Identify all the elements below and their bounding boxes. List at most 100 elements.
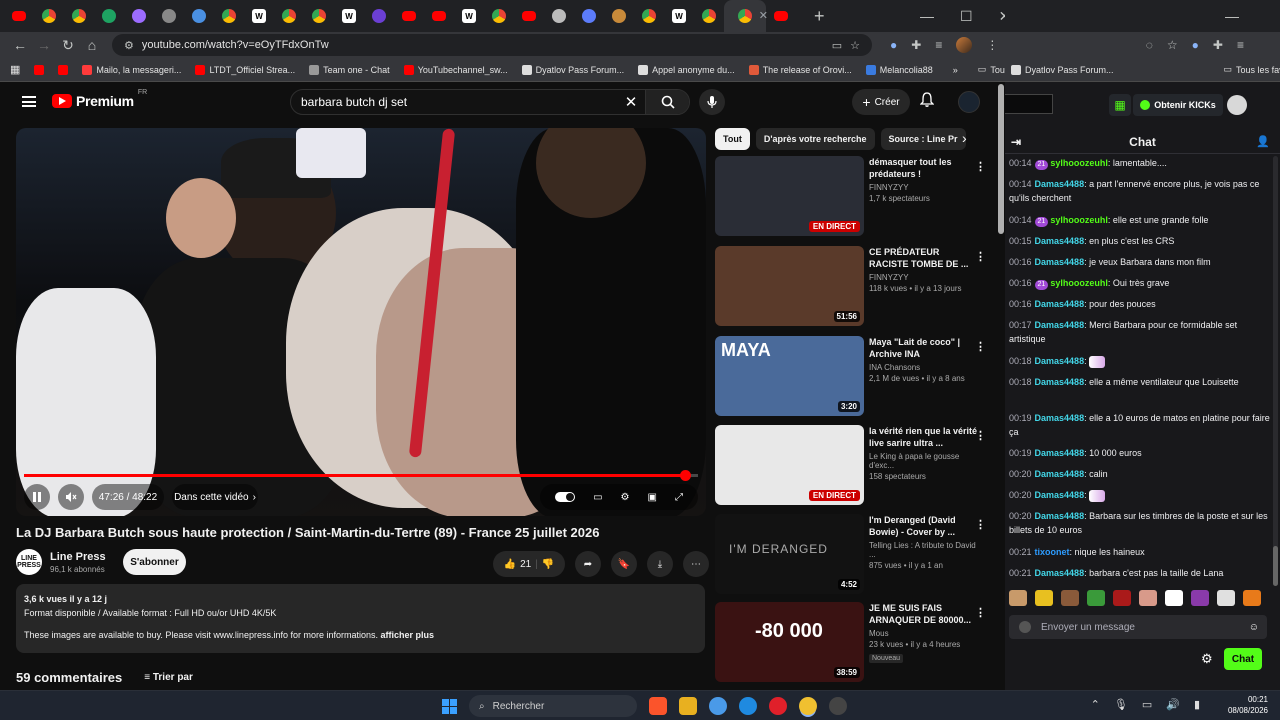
browser-tab[interactable]: W✕ bbox=[334, 0, 364, 32]
browser-tab[interactable]: ✕ bbox=[64, 0, 94, 32]
browser-tab[interactable]: ✕ bbox=[514, 0, 544, 32]
recommended-video[interactable]: EN DIRECT la vérité rien que la vérité li… bbox=[715, 425, 990, 505]
minimize-icon[interactable]: — bbox=[920, 8, 934, 24]
bookmark-item[interactable]: Team one - Chat bbox=[309, 64, 390, 75]
address-bar[interactable]: ⚙ youtube.com/watch?v=eOyTFdxOnTw ▭ ☆ bbox=[112, 34, 872, 56]
video-thumbnail[interactable]: I'M DERANGED 4:52 bbox=[715, 514, 864, 594]
video-menu-icon[interactable]: ⋮ bbox=[975, 518, 986, 531]
media-icon[interactable]: ≡ bbox=[1237, 38, 1244, 52]
emote-icon[interactable] bbox=[1165, 590, 1183, 606]
recommended-channel[interactable]: Le King à papa le gousse d'exc... bbox=[869, 452, 981, 470]
chat-username[interactable]: sylhooozeuhl bbox=[1050, 278, 1108, 288]
bookmark-star-icon[interactable]: ☆ bbox=[850, 39, 860, 52]
reload-icon[interactable]: ↻ bbox=[56, 37, 80, 54]
more-actions-icon[interactable]: ⋯ bbox=[683, 551, 709, 577]
kick-grid-icon[interactable]: ▦ bbox=[1109, 94, 1131, 116]
recommended-channel[interactable]: Mous bbox=[869, 629, 981, 638]
chat-username[interactable]: Damas4488 bbox=[1035, 511, 1085, 521]
bookmark-item[interactable]: Dyatlov Pass Forum... bbox=[521, 64, 624, 75]
menu-kebab-icon[interactable]: ⋮ bbox=[986, 38, 998, 52]
fullscreen-icon[interactable]: ⤢ bbox=[675, 492, 683, 503]
chapter-button[interactable]: Dans cette vidéo › bbox=[172, 484, 258, 510]
emote-icon[interactable] bbox=[1035, 590, 1053, 606]
theater-mode-icon[interactable]: ▣ bbox=[647, 492, 656, 503]
browser-tab[interactable]: ✕ bbox=[34, 0, 64, 32]
browser-tab[interactable]: ✕ bbox=[724, 0, 768, 32]
browser-tab[interactable]: ✕ bbox=[4, 0, 34, 32]
chat-username[interactable]: Damas4488 bbox=[1035, 568, 1085, 578]
chrome-active-icon[interactable] bbox=[799, 697, 817, 715]
browser-tab[interactable]: W✕ bbox=[454, 0, 484, 32]
collapse-chat-icon[interactable]: ⇥ bbox=[1011, 135, 1021, 149]
kick-user-avatar[interactable] bbox=[1227, 95, 1247, 115]
home-icon[interactable]: ⌂ bbox=[80, 37, 104, 53]
profile-avatar[interactable] bbox=[956, 37, 973, 53]
subtitles-icon[interactable]: ▭ bbox=[593, 492, 602, 503]
chat-username[interactable]: Damas4488 bbox=[1035, 377, 1085, 387]
video-menu-icon[interactable]: ⋮ bbox=[975, 160, 986, 173]
sort-button[interactable]: ≡ Trier par bbox=[144, 672, 193, 683]
settings-gear-icon[interactable]: ⚙ bbox=[621, 492, 630, 503]
chat-username[interactable]: Damas4488 bbox=[1035, 179, 1085, 189]
filter-chip[interactable]: Source : Line Pr bbox=[880, 128, 966, 150]
taskbar-clock[interactable]: 00:21 08/08/2026 bbox=[1228, 694, 1268, 716]
browser-tab[interactable]: ✕ bbox=[124, 0, 154, 32]
search-button[interactable] bbox=[645, 90, 689, 114]
recommended-video[interactable]: 51:56 CE PRÉDATEUR RACISTE TOMBE DE ... FI… bbox=[715, 246, 990, 326]
show-more-link[interactable]: afficher plus bbox=[381, 630, 435, 640]
chat-username[interactable]: Damas4488 bbox=[1035, 257, 1085, 267]
extensions-puzzle-icon[interactable]: ✚ bbox=[1213, 38, 1223, 52]
start-windows-icon[interactable] bbox=[442, 698, 457, 714]
app-icon[interactable] bbox=[829, 697, 847, 715]
channel-avatar[interactable]: LINE PRESS bbox=[16, 549, 42, 575]
create-button[interactable]: + Créer bbox=[852, 89, 910, 115]
video-menu-icon[interactable]: ⋮ bbox=[975, 606, 986, 619]
volume-icon[interactable]: 🔊 bbox=[1166, 698, 1180, 711]
more-bookmarks-icon[interactable]: » bbox=[953, 65, 958, 75]
bookmark-item[interactable]: The release of Orovi... bbox=[748, 64, 852, 75]
browser-tab[interactable]: W✕ bbox=[664, 0, 694, 32]
recommended-channel[interactable]: FINNYZYY bbox=[869, 273, 981, 282]
file-explorer-icon[interactable] bbox=[679, 697, 697, 715]
video-menu-icon[interactable]: ⋮ bbox=[975, 340, 986, 353]
user-avatar[interactable] bbox=[958, 91, 980, 113]
bookmark-item[interactable]: LTDT_Officiel Strea... bbox=[195, 64, 295, 75]
emote-icon[interactable] bbox=[1061, 590, 1079, 606]
bookmark-item[interactable]: YouTubechannel_sw... bbox=[403, 64, 508, 75]
bookmark-star-icon[interactable]: ☆ bbox=[1167, 38, 1178, 52]
youtube-premium-logo[interactable]: Premium FR bbox=[52, 89, 147, 109]
chat-username[interactable]: Damas4488 bbox=[1035, 299, 1085, 309]
filter-chip[interactable]: D'après votre recherche bbox=[755, 128, 875, 150]
bookmark-item[interactable] bbox=[34, 64, 45, 75]
chevron-right-icon[interactable]: › bbox=[962, 130, 967, 146]
video-thumbnail[interactable]: EN DIRECT bbox=[715, 425, 864, 505]
all-bookmarks-folder[interactable]: ▭Tous les favoris bbox=[1224, 64, 1280, 75]
chat-username[interactable]: Damas4488 bbox=[1035, 448, 1085, 458]
edge-icon[interactable] bbox=[739, 697, 757, 715]
browser-tab[interactable]: ✕ bbox=[424, 0, 454, 32]
browser-tab[interactable]: ✕ bbox=[544, 0, 574, 32]
browser-tab[interactable]: ✕ bbox=[574, 0, 604, 32]
emote-icon[interactable] bbox=[1243, 590, 1261, 606]
browser-tab[interactable]: ✕ bbox=[694, 0, 724, 32]
chat-username[interactable]: sylhooozeuhl bbox=[1050, 158, 1108, 168]
video-thumbnail[interactable]: MAYA 3:20 bbox=[715, 336, 864, 416]
chat-username[interactable]: Damas4488 bbox=[1035, 356, 1085, 366]
chat-scrollbar[interactable] bbox=[1273, 156, 1278, 586]
browser-tab[interactable]: W✕ bbox=[244, 0, 274, 32]
bookmark-item[interactable]: Mailo, la messageri... bbox=[82, 64, 181, 75]
bookmark-item[interactable]: Dyatlov Pass Forum... bbox=[1011, 64, 1114, 75]
channel-name[interactable]: Line Press bbox=[50, 551, 106, 563]
search-input[interactable]: barbara butch dj set bbox=[291, 95, 617, 109]
microphone-tray-icon[interactable]: 🎙 bbox=[1114, 698, 1128, 711]
emote-icon[interactable] bbox=[1139, 590, 1157, 606]
voice-search-button[interactable] bbox=[699, 89, 725, 115]
chat-badge-icon[interactable] bbox=[1019, 621, 1031, 633]
browser-tab[interactable]: ✕ bbox=[604, 0, 634, 32]
emote-icon[interactable] bbox=[1191, 590, 1209, 606]
recommended-video[interactable]: I'M DERANGED 4:52 I'm Deranged (David Bowi… bbox=[715, 514, 990, 594]
back-icon[interactable]: ← bbox=[8, 37, 32, 53]
cast-icon[interactable]: ▭ bbox=[832, 39, 842, 52]
brave-icon[interactable] bbox=[649, 697, 667, 715]
filter-chip[interactable]: Tout bbox=[715, 128, 750, 150]
